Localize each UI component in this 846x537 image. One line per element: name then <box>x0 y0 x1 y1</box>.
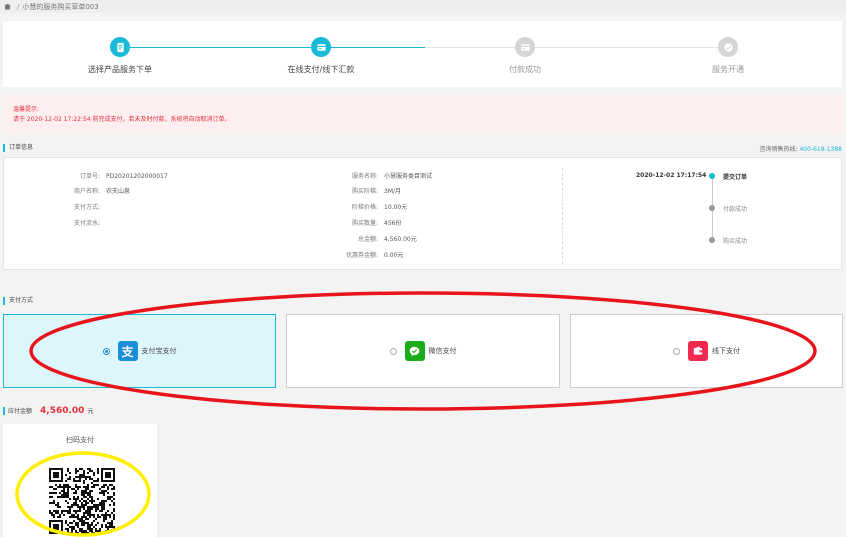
timeline-item: 付款成功 <box>723 206 748 213</box>
step-label: 服务开通 <box>712 65 744 74</box>
radio-icon[interactable] <box>673 347 680 355</box>
timeline-item: 购买成功 <box>723 238 748 245</box>
order-info-panel: 订单号: PD20201202000017 商户名称: 农夫山泉 支付方式: 支付流… <box>3 157 842 270</box>
breadcrumb: / 小慧的服务购买草单003 <box>0 0 846 13</box>
order-field: 支付方式: <box>73 204 100 211</box>
amount-label: 应付金额 <box>8 408 33 415</box>
order-field: 服务名称: 小慧服务类目测试 <box>351 173 433 180</box>
wallet-icon <box>688 341 708 361</box>
hotline-number[interactable]: 400-618-1388 <box>799 146 842 153</box>
timeline-dot <box>709 205 715 211</box>
hotline-label: 咨询销售热线: <box>759 146 798 153</box>
document-icon <box>110 37 130 57</box>
breadcrumb-current: 小慧的服务购买草单003 <box>22 2 99 11</box>
amount-unit: 元 <box>87 408 94 415</box>
order-field: 阶梯价格: 10.00元 <box>351 204 408 211</box>
payment-card-icon <box>311 37 331 57</box>
alert-message: 请于 2020-12-02 17:22:54 前完成支付，若未及时付款，系统将自… <box>13 116 231 123</box>
payment-option-alipay[interactable]: 支 支付宝支付 <box>3 314 276 388</box>
radio-icon[interactable] <box>389 347 397 355</box>
payment-option-label: 线下支付 <box>712 347 740 355</box>
payment-card-icon <box>515 37 535 57</box>
check-icon <box>718 37 738 57</box>
order-field: 支付流水: <box>73 220 100 227</box>
step-label: 在线支付/线下汇款 <box>287 65 355 74</box>
payment-option-offline[interactable]: 线下支付 <box>570 314 843 388</box>
home-icon[interactable] <box>4 3 11 10</box>
sales-hotline: 咨询销售热线: 400-618-1388 <box>760 144 842 153</box>
order-field: 总金额: 4,560.00元 <box>357 236 417 243</box>
timeline-dot <box>709 237 715 243</box>
section-marker <box>3 407 5 415</box>
amount-value: 4,560.00 <box>40 406 85 416</box>
qr-title: 扫码支付 <box>66 436 94 444</box>
order-field: 商户名称: 农夫山泉 <box>73 188 131 195</box>
step-label: 选择产品服务下单 <box>88 65 152 74</box>
payment-section-title: 支付方式 <box>3 297 33 305</box>
wechat-icon <box>404 341 425 361</box>
step-payment-success: 付款成功 <box>455 37 595 75</box>
radio-selected-icon[interactable] <box>102 347 110 355</box>
order-field: 购买阶梯: 3M/月 <box>351 188 402 195</box>
step-payment: 在线支付/线下汇款 <box>251 37 391 75</box>
alipay-icon: 支 <box>117 341 138 361</box>
order-section-title: 订单信息 <box>3 144 33 152</box>
timeline-item: 提交订单 <box>723 174 748 181</box>
qr-code-icon <box>49 468 115 534</box>
timeline-time: 2020-12-02 17:17:54 <box>636 172 707 179</box>
order-field: 购买数量: 456份 <box>351 220 402 227</box>
progress-steps: 选择产品服务下单 在线支付/线下汇款 付款成功 服务开通 <box>3 21 842 87</box>
amount-due: 应付金额 4,560.00 元 <box>3 406 93 416</box>
order-field: 订单号: PD20201202000017 <box>79 173 168 180</box>
divider <box>562 168 563 264</box>
qr-payment-card: 扫码支付 <box>3 424 157 537</box>
payment-option-label: 微信支付 <box>428 347 457 355</box>
step-label: 付款成功 <box>509 65 541 74</box>
alert-title: 温馨提示: <box>13 106 40 113</box>
step-service-open: 服务开通 <box>658 37 798 75</box>
timeline-dot-done <box>709 173 715 179</box>
payment-deadline-alert: 温馨提示: 请于 2020-12-02 17:22:54 前完成支付，若未及时付… <box>3 95 842 133</box>
order-field: 优惠券金额: 0.00元 <box>345 252 404 259</box>
step-select-product: 选择产品服务下单 <box>50 37 190 75</box>
payment-option-label: 支付宝支付 <box>141 347 177 355</box>
payment-option-wechat[interactable]: 微信支付 <box>286 314 560 388</box>
